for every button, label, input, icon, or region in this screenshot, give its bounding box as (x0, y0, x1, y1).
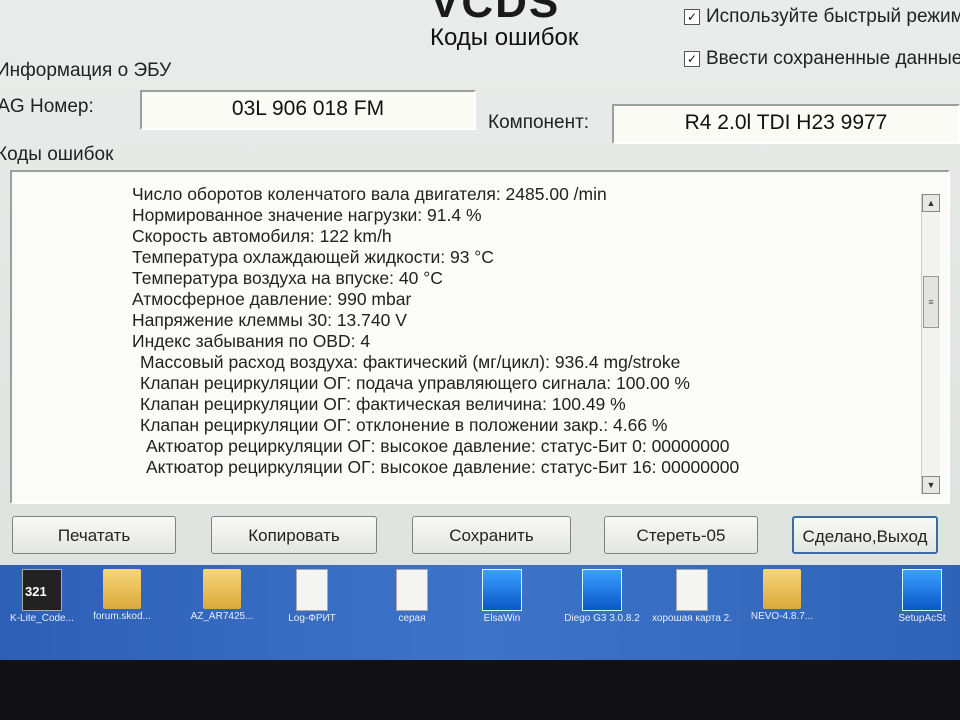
application-icon (902, 569, 942, 611)
desktop-icon[interactable]: 321 K-Lite_Code... (2, 565, 82, 625)
saved-data-label: Ввести сохраненные данные (706, 48, 960, 69)
fault-code-line: Атмосферное давление: 990 mbar (132, 289, 412, 309)
folder-icon (203, 569, 241, 609)
done-exit-button[interactable]: Сделано,Выход (792, 516, 938, 554)
fault-code-line: Температура охлаждающей жидкости: 93 °C (132, 247, 494, 267)
application-icon (482, 569, 522, 611)
fault-code-line: Скорость автомобиля: 122 km/h (132, 226, 392, 246)
desktop-icon[interactable]: серая (372, 565, 452, 625)
checkmark-icon: ✓ (684, 9, 700, 25)
desktop-icon-label: хорошая карта 2... (652, 613, 732, 624)
folder-icon (103, 569, 141, 609)
desktop-icon-label: ElsaWin (483, 613, 521, 624)
desktop-icon-label: Log-ФРИТ (288, 613, 336, 624)
fault-code-line: Число оборотов коленчатого вала двигател… (132, 184, 607, 204)
media-badge: 321 (25, 584, 47, 599)
folder-icon (763, 569, 801, 609)
saved-data-checkbox[interactable]: ✓ Ввести сохраненные данные (684, 48, 960, 70)
ecu-info-group-label: Информация о ЭБУ (0, 60, 172, 81)
desktop-icon[interactable]: Log-ФРИТ (272, 565, 352, 625)
file-icon (296, 569, 328, 611)
fault-code-line: Актюатор рециркуляции ОГ: высокое давлен… (146, 457, 740, 477)
desktop-icon-label: NEVO-4.8.7... (750, 611, 814, 622)
desktop-icon-label: AZ_AR7425... (190, 611, 254, 622)
desktop-icon[interactable]: хорошая карта 2... (652, 565, 732, 625)
desktop-icon[interactable]: forum.skod... (82, 565, 162, 623)
fault-codes-list[interactable]: Число оборотов коленчатого вала двигател… (10, 170, 950, 504)
scroll-up-icon[interactable]: ▲ (922, 194, 940, 212)
copy-button[interactable]: Копировать (211, 516, 377, 554)
fault-code-line: Актюатор рециркуляции ОГ: высокое давлен… (146, 436, 730, 456)
fault-code-line: Нормированное значение нагрузки: 91.4 % (132, 205, 482, 225)
fault-codes-lines: Число оборотов коленчатого вала двигател… (132, 184, 922, 478)
application-icon (582, 569, 622, 611)
vag-number-field: 03L 906 018 FM (140, 90, 476, 130)
fast-mode-label: Используйте быстрый режим (706, 6, 960, 27)
desktop-icon[interactable]: Diego G3 3.0.8.2 (562, 565, 642, 625)
desktop-icon[interactable]: AZ_AR7425... (182, 565, 262, 623)
checkmark-icon: ✓ (684, 51, 700, 67)
component-field: R4 2.0l TDI H23 9977 (612, 104, 960, 144)
component-label: Компонент: (488, 112, 590, 133)
fault-code-line: Индекс забывания по OBD: 4 (132, 331, 371, 351)
scroll-down-icon[interactable]: ▼ (922, 476, 940, 494)
desktop-icon-label: серая (398, 613, 426, 624)
file-icon (396, 569, 428, 611)
fault-code-line: Массовый расход воздуха: фактический (мг… (140, 352, 681, 372)
monitor-bezel (0, 660, 960, 720)
fault-code-line: Температура воздуха на впуске: 40 °C (132, 268, 443, 288)
vag-number-label: VAG Номер: (0, 96, 94, 117)
media-player-icon: 321 (22, 569, 62, 611)
fault-code-line: Напряжение клеммы 30: 13.740 V (132, 310, 407, 330)
fault-code-line: Клапан рециркуляции ОГ: подача управляющ… (140, 373, 690, 393)
vcds-window: VCDS Коды ошибок ✓ Используйте быстрый р… (0, 0, 960, 565)
vertical-scrollbar[interactable]: ▲ ≡ ▼ (921, 194, 940, 494)
file-icon (676, 569, 708, 611)
save-button[interactable]: Сохранить (412, 516, 571, 554)
desktop-icon-label: Diego G3 3.0.8.2 (564, 613, 640, 624)
print-button[interactable]: Печатать (12, 516, 176, 554)
desktop-icon[interactable]: NEVO-4.8.7... (742, 565, 822, 623)
fault-code-line: Клапан рециркуляции ОГ: фактическая вели… (140, 394, 626, 414)
desktop-icon-label: SetupAcSt (898, 613, 946, 624)
desktop-icon[interactable]: SetupAcSt (882, 565, 960, 625)
fault-codes-group-label: Коды ошибок (0, 144, 114, 165)
scroll-thumb[interactable]: ≡ (923, 276, 939, 328)
fault-code-line: Клапан рециркуляции ОГ: отклонение в пол… (140, 415, 668, 435)
desktop-icon-label: K-Lite_Code... (10, 613, 74, 624)
desktop: 321 K-Lite_Code... forum.skod... AZ_AR7425.… (0, 565, 960, 660)
fast-mode-checkbox[interactable]: ✓ Используйте быстрый режим (684, 6, 960, 28)
desktop-icon[interactable]: ElsaWin (462, 565, 542, 625)
clear-codes-button[interactable]: Стереть-05 (604, 516, 758, 554)
desktop-icon-label: forum.skod... (93, 611, 151, 622)
page-title: Коды ошибок (430, 24, 579, 51)
